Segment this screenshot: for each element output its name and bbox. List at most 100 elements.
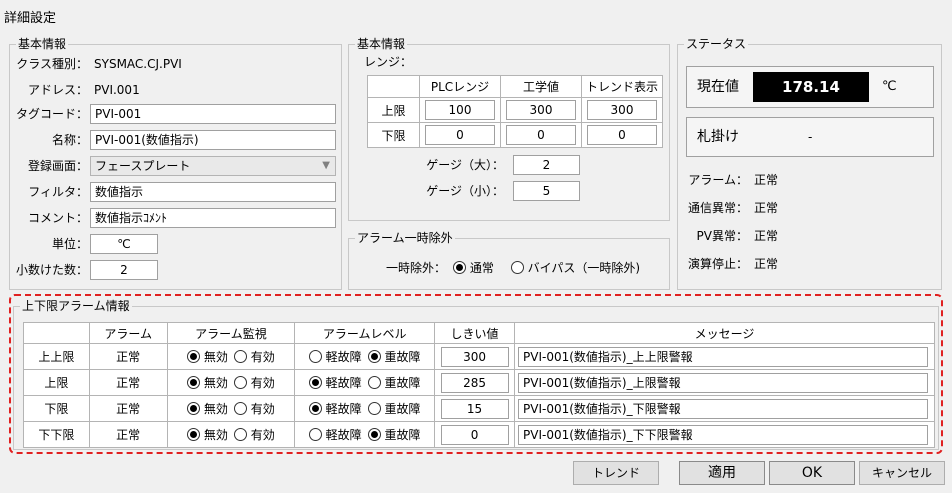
- message-cell: PVI-001(数値指示)_下限警報: [514, 395, 935, 422]
- alarm-monitor-option[interactable]: 有効: [233, 400, 275, 417]
- alarm-monitor-option[interactable]: 有効: [233, 426, 275, 443]
- gauge-large-label: ゲージ（大）：: [426, 158, 504, 172]
- radio-icon[interactable]: [233, 428, 247, 441]
- range-table: PLCレンジ 工学値 トレンド表示 上限 100 300 300 下限 0 0 0: [367, 75, 663, 148]
- status-item-label: PV異常：: [696, 229, 748, 243]
- window-title: 詳細設定: [4, 11, 57, 26]
- alarm-exclusion-option-label: 通常: [469, 261, 494, 275]
- range-value-input[interactable]: 0: [425, 125, 495, 145]
- alarm-exclusion-option[interactable]: 通常: [453, 258, 494, 278]
- alarm-monitor-option-label: 無効: [203, 428, 228, 442]
- radio-icon[interactable]: [367, 350, 381, 363]
- radio-icon[interactable]: [453, 261, 466, 274]
- alarm-monitor-option[interactable]: 有効: [233, 348, 275, 365]
- basic-info-input[interactable]: PVI-001(数値指示): [90, 130, 336, 150]
- range-value-input[interactable]: 300: [506, 100, 576, 120]
- radio-icon[interactable]: [367, 428, 381, 441]
- basic-info-input[interactable]: PVI-001: [90, 104, 336, 124]
- screen-select-value: フェースプレート: [95, 159, 191, 173]
- range-value-input[interactable]: 100: [425, 100, 495, 120]
- table-row: 上限 正常 無効 有効 軽故障 重故障 285 PVI-001(数値指示)_上限警報: [23, 369, 935, 396]
- alarm-column-header: しきい値: [434, 322, 515, 344]
- range-cell: 300: [581, 97, 663, 123]
- apply-button[interactable]: 適用: [679, 461, 765, 485]
- alarm-level-option[interactable]: 重故障: [367, 400, 421, 417]
- alarm-level-option[interactable]: 軽故障: [308, 426, 362, 443]
- threshold-input[interactable]: 0: [440, 424, 509, 445]
- alarm-row-name: 下限: [23, 395, 90, 422]
- radio-icon[interactable]: [510, 261, 524, 274]
- unit-input[interactable]: ℃: [90, 234, 158, 254]
- basic-info-input[interactable]: 数値指示: [90, 182, 336, 202]
- radio-icon[interactable]: [367, 402, 381, 415]
- alarm-level-option[interactable]: 重故障: [367, 426, 421, 443]
- range-value-input[interactable]: 0: [506, 125, 576, 145]
- threshold-input[interactable]: 300: [440, 346, 509, 367]
- threshold-input[interactable]: 285: [440, 372, 509, 393]
- alarm-monitor-cell: 無効 有効: [166, 343, 296, 370]
- radio-icon[interactable]: [308, 402, 322, 415]
- radio-icon[interactable]: [233, 402, 247, 415]
- range-row: 下限 0 0 0: [367, 122, 663, 148]
- current-value-unit: ℃: [882, 79, 897, 94]
- range-value-input[interactable]: 300: [587, 100, 657, 120]
- radio-icon[interactable]: [308, 376, 322, 389]
- decimals-label: 小数けた数：: [15, 263, 88, 277]
- alarm-monitor-option[interactable]: 無効: [187, 426, 228, 443]
- radio-icon[interactable]: [233, 350, 247, 363]
- alarm-level-option[interactable]: 軽故障: [308, 374, 362, 391]
- gauge-small-input[interactable]: 5: [513, 181, 580, 201]
- alarm-level-option[interactable]: 重故障: [367, 348, 421, 365]
- message-input[interactable]: PVI-001(数値指示)_上上限警報: [518, 346, 928, 367]
- alarm-level-option-label: 軽故障: [325, 350, 362, 364]
- basic-info-input[interactable]: 数値指示ｺﾒﾝﾄ: [90, 208, 336, 228]
- alarm-monitor-option[interactable]: 無効: [187, 374, 228, 391]
- radio-icon[interactable]: [233, 376, 247, 389]
- range-value-input[interactable]: 0: [587, 125, 657, 145]
- range-row-name: 下限: [367, 122, 420, 148]
- basic-info-label: アドレス：: [27, 83, 88, 97]
- radio-icon[interactable]: [308, 350, 322, 363]
- alarm-level-option[interactable]: 重故障: [367, 374, 421, 391]
- alarm-monitor-option[interactable]: 有効: [233, 374, 275, 391]
- alarm-row-name: 下下限: [23, 421, 90, 448]
- range-column-header: PLCレンジ: [419, 75, 501, 98]
- alarm-level-cell: 軽故障 重故障: [294, 395, 436, 422]
- radio-icon[interactable]: [187, 402, 201, 415]
- threshold-input[interactable]: 15: [440, 398, 509, 419]
- alarm-level-option-label: 軽故障: [325, 428, 362, 442]
- message-input[interactable]: PVI-001(数値指示)_下下限警報: [518, 424, 928, 445]
- threshold-cell: 300: [434, 343, 515, 370]
- basic-info-label: コメント：: [27, 211, 88, 225]
- alarm-column-header: アラームレベル: [294, 322, 436, 344]
- alarm-monitor-option[interactable]: 無効: [187, 348, 228, 365]
- alarm-level-option[interactable]: 軽故障: [308, 348, 362, 365]
- alarm-monitor-option-label: 有効: [250, 350, 275, 364]
- alarm-header-row: アラーム アラーム監視 アラームレベル しきい値 メッセージ: [23, 322, 935, 344]
- gauge-large-input[interactable]: 2: [513, 155, 580, 175]
- message-input[interactable]: PVI-001(数値指示)_上限警報: [518, 372, 928, 393]
- radio-icon[interactable]: [308, 428, 322, 441]
- tag-value: -: [808, 130, 813, 144]
- screen-select[interactable]: フェースプレート ▼: [90, 156, 336, 176]
- range-info-legend: 基本情報: [355, 37, 408, 51]
- radio-icon[interactable]: [187, 376, 201, 389]
- message-cell: PVI-001(数値指示)_上上限警報: [514, 343, 935, 370]
- radio-icon[interactable]: [367, 376, 381, 389]
- alarm-exclusion-option[interactable]: バイパス（一時除外): [510, 258, 640, 278]
- alarm-monitor-cell: 無効 有効: [166, 421, 296, 448]
- trend-button[interactable]: トレンド: [573, 461, 659, 485]
- message-input[interactable]: PVI-001(数値指示)_下限警報: [518, 398, 928, 419]
- alarm-level-cell: 軽故障 重故障: [294, 343, 436, 370]
- message-cell: PVI-001(数値指示)_上限警報: [514, 369, 935, 396]
- alarm-level-option[interactable]: 軽故障: [308, 400, 362, 417]
- ok-button[interactable]: OK: [769, 461, 855, 485]
- radio-icon[interactable]: [187, 350, 201, 363]
- radio-icon[interactable]: [187, 428, 201, 441]
- basic-info-label: 名称：: [51, 133, 88, 147]
- unit-label: 単位：: [51, 237, 88, 251]
- table-row: 下下限 正常 無効 有効 軽故障 重故障 0 PVI-001(数値指示)_下下限警報: [23, 421, 935, 448]
- cancel-button[interactable]: キャンセル: [859, 461, 945, 485]
- decimals-input[interactable]: 2: [90, 260, 158, 280]
- alarm-monitor-option[interactable]: 無効: [187, 400, 228, 417]
